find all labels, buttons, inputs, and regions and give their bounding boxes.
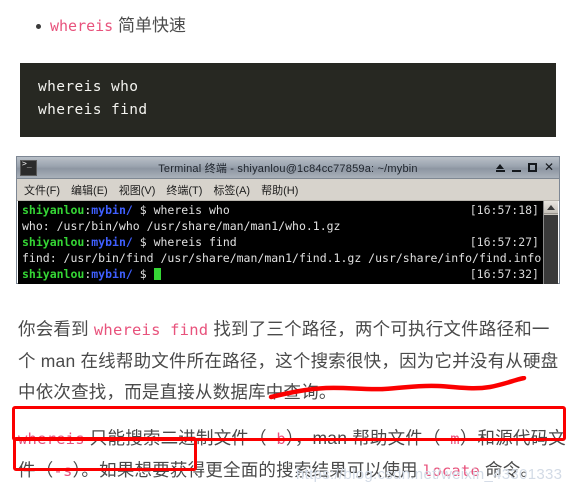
inline-code-whereis-find: whereis find (93, 320, 209, 339)
menu-item-file[interactable]: 文件(F) (24, 182, 60, 198)
menu-item-edit[interactable]: 编辑(E) (71, 182, 108, 198)
window-controls: ✕ (495, 161, 554, 173)
watermark: https://blog.csdn.net/weixin_43301333 (296, 466, 563, 483)
code-block: whereis who whereis find (20, 63, 556, 137)
bullet-list: whereis 简单快速 (0, 13, 576, 39)
terminal-line: shiyanlou:mybin/ $ whereis who [16:57:18] (22, 202, 543, 218)
menu-item-tabs[interactable]: 标签(A) (213, 182, 250, 198)
inline-code-option-b: -b (266, 429, 286, 448)
terminal-command: whereis find (153, 235, 237, 249)
prompt-path: mybin/ (91, 235, 133, 249)
terminal-output: find: /usr/bin/find /usr/share/man/man1/… (22, 251, 543, 265)
inline-code-whereis: whereis (50, 17, 114, 35)
inline-code-whereis: whereis (18, 429, 85, 448)
bullet-dot-icon (36, 24, 41, 29)
terminal-command: whereis who (153, 203, 230, 217)
terminal-line: who: /usr/bin/who /usr/share/man/man1/wh… (22, 218, 543, 234)
menu-item-view[interactable]: 视图(V) (119, 182, 156, 198)
prompt-user: shiyanlou (22, 267, 85, 281)
terminal-menu-bar: 文件(F) 编辑(E) 视图(V) 终端(T) 标签(A) 帮助(H) (17, 179, 559, 201)
prompt-user: shiyanlou (22, 203, 85, 217)
terminal-title-bar[interactable]: Terminal 终端 - shiyanlou@1c84cc77859a: ~/… (17, 157, 559, 179)
shade-button-icon[interactable] (495, 163, 505, 172)
list-item: whereis 简单快速 (0, 13, 576, 39)
menu-item-terminal[interactable]: 终端(T) (166, 182, 202, 198)
terminal-line: find: /usr/bin/find /usr/share/man/man1/… (22, 250, 543, 266)
prompt-path: mybin/ (91, 203, 133, 217)
paragraph-2-segment-1: 只能搜索二进制文件（ (84, 427, 267, 448)
menu-item-help[interactable]: 帮助(H) (261, 182, 298, 198)
paragraph-1-segment-1: 你会看到 (18, 318, 94, 339)
terminal-output: who: /usr/bin/who /usr/share/man/man1/wh… (22, 219, 341, 233)
terminal-screen[interactable]: shiyanlou:mybin/ $ whereis who [16:57:18]… (18, 201, 543, 284)
terminal-timestamp: [16:57:32] (469, 267, 539, 281)
terminal-scrollbar[interactable] (543, 201, 558, 284)
prompt-path: mybin/ (91, 267, 133, 281)
terminal-timestamp: [16:57:27] (469, 235, 539, 249)
terminal-cursor (153, 268, 161, 280)
paragraph-2-segment-2: ），man 帮助文件（ (285, 427, 441, 448)
close-button-icon[interactable]: ✕ (544, 161, 554, 173)
scroll-up-arrow-icon[interactable] (544, 201, 558, 214)
code-line: whereis who (38, 79, 139, 95)
terminal-line: shiyanlou:mybin/ $ whereis find [16:57:27… (22, 234, 543, 250)
inline-code-option-m: -m (440, 429, 460, 448)
paragraph-explanation: 你会看到 whereis find 找到了三个路径，两个可执行文件路径和一个 m… (18, 314, 566, 408)
list-item-label: 简单快速 (113, 16, 186, 35)
terminal-timestamp: [16:57:18] (469, 203, 539, 217)
minimize-button-icon[interactable] (511, 163, 521, 172)
terminal-line: shiyanlou:mybin/ $ [16:57:32] (22, 266, 543, 282)
prompt-sigil: $ (132, 203, 154, 217)
prompt-user: shiyanlou (22, 235, 85, 249)
terminal-title: Terminal 终端 - shiyanlou@1c84cc77859a: ~/… (158, 162, 418, 175)
terminal-window: Terminal 终端 - shiyanlou@1c84cc77859a: ~/… (16, 156, 560, 284)
prompt-sigil: $ (132, 267, 154, 281)
code-line: whereis find (38, 102, 148, 118)
maximize-button-icon[interactable] (527, 163, 537, 172)
inline-code-option-s: -s (53, 461, 73, 480)
terminal-body[interactable]: shiyanlou:mybin/ $ whereis who [16:57:18]… (18, 201, 558, 284)
scrollbar-track[interactable] (544, 215, 558, 284)
prompt-sigil: $ (132, 235, 154, 249)
